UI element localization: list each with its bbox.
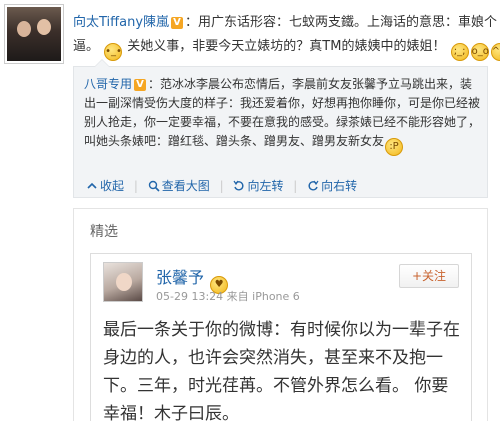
grinning-face-icon: ^_^ [490,43,500,61]
collapse-icon [87,182,97,189]
verified-badge-icon: V [171,17,184,29]
divider: | [293,179,298,193]
scared-face-icon: o_o [470,43,489,61]
card-source: 来自 iPhone 6 [226,290,300,303]
rotate-left-icon [233,180,244,191]
card-meta: 05-29 13:24 来自 iPhone 6 [156,288,300,304]
repost-container: 八哥专用 V ：范冰冰李晨公布恋情后，李晨前女友张馨予立马跳出来，装出一副深情受伤大… [73,59,488,198]
poster-avatar[interactable] [4,4,64,64]
post-text-line-2: 逼。 •_• 关她义事，非要今天立婊坊的？真TM的婊姨中的婊姐！ ;_; o_o ^… [73,38,500,61]
collapse-link[interactable]: 收起 [100,179,124,193]
card-username-text: 张馨予 [156,268,205,287]
avatar-photo [7,7,61,61]
repost-text: 八哥专用 V ：范冰冰李晨公布恋情后，李晨前女友张馨予立马跳出来，装出一副深情受伤大… [84,75,482,156]
card-date: 05-29 13:24 [156,290,224,303]
rotate-right-icon [308,180,319,191]
verified-badge-icon: V [134,79,147,91]
post-text-line-1: 向太Tiffany陳嵐 V ：用广东话形容：七蚊两支鐵。上海话的意思：車娘个 [73,14,497,32]
magnify-icon [148,180,160,192]
crying-face-icon: ;_; [450,43,469,61]
rotate-left-link[interactable]: 向左转 [247,179,283,193]
card-avatar[interactable] [103,262,143,302]
divider: | [133,179,138,193]
follow-button[interactable]: +关注 [399,264,459,288]
post-text-part-2: 逼。 [73,39,100,54]
repost-username[interactable]: 八哥专用 [84,77,132,91]
featured-title: 精选 [90,224,118,240]
card-text: 最后一条关于你的微博：有时候你以为一辈子在身边的人，也许会突然消失，甚至来不及抱… [103,320,460,421]
divider: | [219,179,224,193]
embedded-weibo-card: 张馨予 ♥ 05-29 13:24 来自 iPhone 6 +关注 最后一条关于… [90,253,472,421]
post-text-part-1: ：用广东话形容：七蚊两支鐵。上海话的意思：車娘个 [185,15,498,30]
featured-image[interactable]: 精选 张馨予 ♥ 05-29 13:24 来自 iPhone 6 +关注 最后一… [73,208,488,421]
post-text-part-3: 关她义事，非要今天立婊坊的？真TM的婊姨中的婊姐！ [127,39,446,54]
tongue-face-icon: :P [385,138,404,156]
poster-username[interactable]: 向太Tiffany陳嵐 [73,15,169,30]
view-large-image-link[interactable]: 查看大图 [162,179,210,193]
rotate-right-link[interactable]: 向右转 [321,179,357,193]
image-actions: 收起 | 查看大图 | 向左转 | 向右转 [86,177,357,194]
